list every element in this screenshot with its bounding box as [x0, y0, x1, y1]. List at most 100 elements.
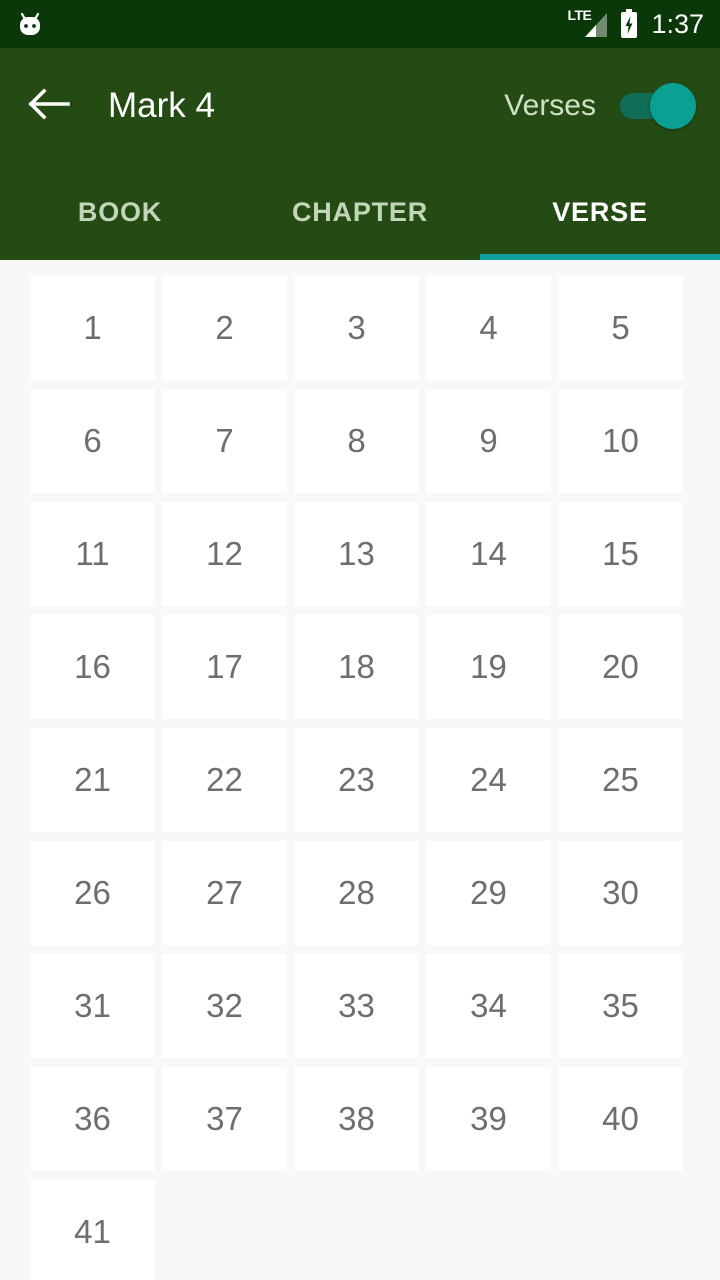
tab-verse[interactable]: VERSE — [480, 164, 720, 260]
verse-cell-label: 34 — [470, 987, 507, 1024]
verse-cell[interactable]: 41 — [30, 1180, 155, 1280]
verse-cell-label: 40 — [602, 1100, 639, 1137]
verse-cell[interactable]: 24 — [426, 728, 551, 832]
verse-cell[interactable]: 3 — [294, 276, 419, 380]
verse-cell[interactable]: 10 — [558, 389, 683, 493]
verse-grid-area: 1 2 3 4 5 6 7 8 9 10 11 12 13 14 15 16 17 18 19 20 21 22 23 24 2… — [0, 260, 720, 1280]
verse-cell-label: 36 — [74, 1100, 111, 1137]
verse-cell[interactable]: 28 — [294, 841, 419, 945]
verse-cell-label: 7 — [215, 422, 234, 459]
verse-cell-label: 35 — [602, 987, 639, 1024]
page-title: Mark 4 — [108, 86, 215, 125]
verse-cell[interactable]: 14 — [426, 502, 551, 606]
verse-cell-label: 30 — [602, 874, 639, 911]
verse-cell[interactable]: 39 — [426, 1067, 551, 1171]
verse-cell-label: 37 — [206, 1100, 243, 1137]
verse-cell[interactable]: 34 — [426, 954, 551, 1058]
verse-cell[interactable]: 27 — [162, 841, 287, 945]
verse-cell-label: 8 — [347, 422, 366, 459]
verse-cell[interactable]: 22 — [162, 728, 287, 832]
verse-cell[interactable]: 16 — [30, 615, 155, 719]
verse-cell[interactable]: 31 — [30, 954, 155, 1058]
verse-cell-label: 2 — [215, 309, 234, 346]
verse-cell-label: 18 — [338, 648, 375, 685]
verse-cell[interactable]: 17 — [162, 615, 287, 719]
verses-toggle-switch[interactable] — [618, 83, 696, 129]
verse-cell-label: 3 — [347, 309, 366, 346]
battery-charging-icon — [619, 9, 639, 39]
verse-cell[interactable]: 30 — [558, 841, 683, 945]
verse-cell[interactable]: 9 — [426, 389, 551, 493]
verse-cell-label: 24 — [470, 761, 507, 798]
verse-grid: 1 2 3 4 5 6 7 8 9 10 11 12 13 14 15 16 17 18 19 20 21 22 23 24 2… — [30, 276, 705, 1280]
verse-cell[interactable]: 7 — [162, 389, 287, 493]
verse-cell-label: 1 — [83, 309, 102, 346]
verse-cell-label: 38 — [338, 1100, 375, 1137]
verse-cell-label: 25 — [602, 761, 639, 798]
verse-cell[interactable]: 12 — [162, 502, 287, 606]
verse-cell-label: 11 — [75, 535, 110, 572]
app-bar-actions: Verses — [504, 83, 696, 129]
verse-cell[interactable]: 13 — [294, 502, 419, 606]
verse-cell[interactable]: 19 — [426, 615, 551, 719]
verse-cell-label: 29 — [470, 874, 507, 911]
verse-cell-label: 28 — [338, 874, 375, 911]
verse-cell-label: 13 — [338, 535, 375, 572]
verse-cell[interactable]: 33 — [294, 954, 419, 1058]
switch-thumb — [650, 83, 696, 129]
verse-cell-label: 26 — [74, 874, 111, 911]
verse-cell[interactable]: 36 — [30, 1067, 155, 1171]
verse-cell[interactable]: 29 — [426, 841, 551, 945]
verse-cell-label: 32 — [206, 987, 243, 1024]
back-button[interactable] — [28, 78, 84, 134]
verse-cell[interactable]: 26 — [30, 841, 155, 945]
verse-cell-label: 33 — [338, 987, 375, 1024]
verse-cell-label: 20 — [602, 648, 639, 685]
verse-cell-label: 22 — [206, 761, 243, 798]
tab-active-indicator — [480, 254, 720, 260]
verse-cell[interactable]: 18 — [294, 615, 419, 719]
verse-cell[interactable]: 11 — [30, 502, 155, 606]
verse-cell-label: 39 — [470, 1100, 507, 1137]
tab-bar: BOOK CHAPTER VERSE — [0, 164, 720, 260]
verse-cell[interactable]: 21 — [30, 728, 155, 832]
verse-cell-label: 4 — [479, 309, 498, 346]
status-bar-left — [16, 11, 44, 37]
app-bar: Mark 4 Verses — [0, 48, 720, 164]
verse-cell[interactable]: 23 — [294, 728, 419, 832]
verse-cell[interactable]: 5 — [558, 276, 683, 380]
verse-cell-label: 16 — [74, 648, 111, 685]
verse-cell[interactable]: 38 — [294, 1067, 419, 1171]
verse-cell[interactable]: 35 — [558, 954, 683, 1058]
verse-cell[interactable]: 32 — [162, 954, 287, 1058]
android-head-icon — [16, 11, 44, 37]
verse-cell[interactable]: 6 — [30, 389, 155, 493]
status-bar: LTE 1:37 — [0, 0, 720, 48]
verse-cell[interactable]: 37 — [162, 1067, 287, 1171]
tab-chapter[interactable]: CHAPTER — [240, 164, 480, 260]
tab-book[interactable]: BOOK — [0, 164, 240, 260]
verse-cell-label: 31 — [74, 987, 111, 1024]
arrow-back-icon — [28, 87, 72, 126]
verses-toggle-label: Verses — [504, 89, 596, 122]
verse-cell[interactable]: 1 — [30, 276, 155, 380]
verse-cell-label: 6 — [83, 422, 102, 459]
verse-cell-label: 21 — [74, 761, 111, 798]
verse-cell-label: 14 — [470, 535, 507, 572]
verse-cell[interactable]: 4 — [426, 276, 551, 380]
tab-chapter-label: CHAPTER — [291, 196, 429, 227]
verse-cell[interactable]: 15 — [558, 502, 683, 606]
tab-book-label: BOOK — [77, 196, 163, 227]
tab-verse-label: VERSE — [552, 196, 648, 227]
verse-cell-label: 41 — [74, 1213, 111, 1250]
verse-cell-label: 19 — [470, 648, 507, 685]
verse-cell[interactable]: 40 — [558, 1067, 683, 1171]
verse-cell-label: 10 — [602, 422, 639, 459]
verse-cell[interactable]: 25 — [558, 728, 683, 832]
verse-cell[interactable]: 2 — [162, 276, 287, 380]
verse-cell-label: 9 — [479, 422, 498, 459]
verse-cell[interactable]: 8 — [294, 389, 419, 493]
verse-cell[interactable]: 20 — [558, 615, 683, 719]
verse-cell-label: 17 — [206, 648, 243, 685]
verse-cell-label: 5 — [611, 309, 630, 346]
